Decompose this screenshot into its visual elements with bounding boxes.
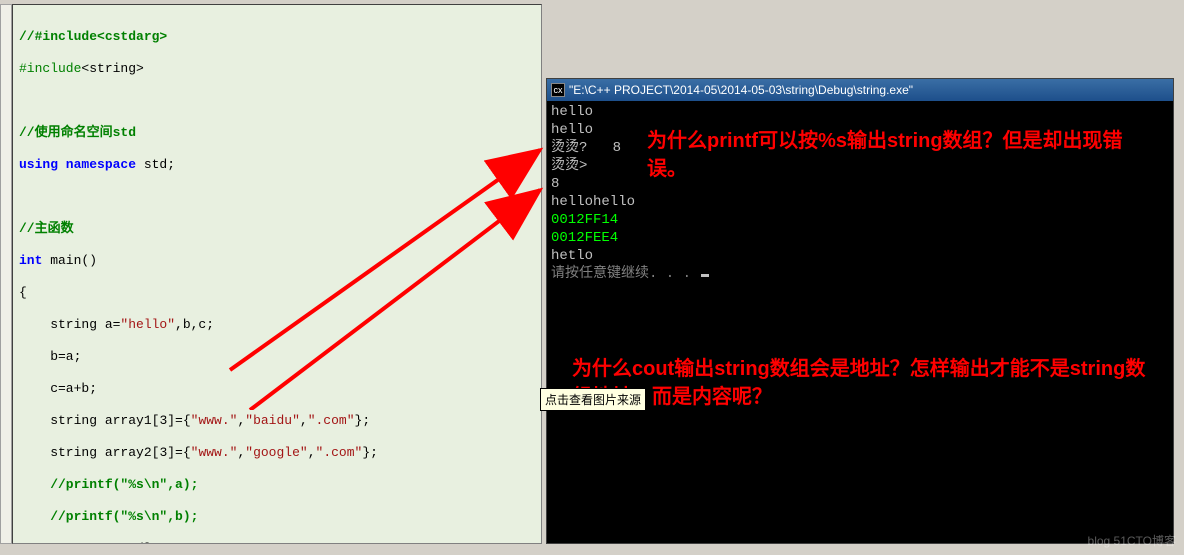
console-line: hello bbox=[551, 103, 1169, 121]
code-line: //#include<cstdarg> bbox=[19, 29, 167, 44]
watermark-text: blog 51CTO博客 bbox=[1088, 532, 1176, 549]
code-editor[interactable]: //#include<cstdarg> #include<string> //使… bbox=[12, 4, 542, 544]
console-line: 请按任意键继续. . . bbox=[551, 265, 1169, 283]
cmd-icon: cx bbox=[551, 83, 565, 97]
console-title-text: "E:\C++ PROJECT\2014-05\2014-05-03\strin… bbox=[569, 83, 913, 97]
console-output: hello hello 烫烫? 8 烫烫> 8 hellohello 0012F… bbox=[547, 101, 1173, 543]
cursor-icon bbox=[701, 274, 709, 277]
console-window[interactable]: cx "E:\C++ PROJECT\2014-05\2014-05-03\st… bbox=[546, 78, 1174, 544]
code-line: #include bbox=[19, 61, 81, 76]
code-line: //使用命名空间std bbox=[19, 125, 136, 140]
image-source-tooltip[interactable]: 点击查看图片来源 bbox=[540, 388, 646, 411]
annotation-text-2: 为什么cout输出string数组会是地址？怎样输出才能不是string数组地址… bbox=[572, 355, 1162, 411]
console-line: 0012FEE4 bbox=[551, 229, 1169, 247]
console-line: hellohello bbox=[551, 193, 1169, 211]
console-line: 0012FF14 bbox=[551, 211, 1169, 229]
console-titlebar[interactable]: cx "E:\C++ PROJECT\2014-05\2014-05-03\st… bbox=[547, 79, 1173, 101]
console-line: hetlo bbox=[551, 247, 1169, 265]
annotation-text-1: 为什么printf可以按%s输出string数组？但是却出现错误。 bbox=[647, 127, 1147, 183]
editor-gutter bbox=[0, 4, 12, 544]
